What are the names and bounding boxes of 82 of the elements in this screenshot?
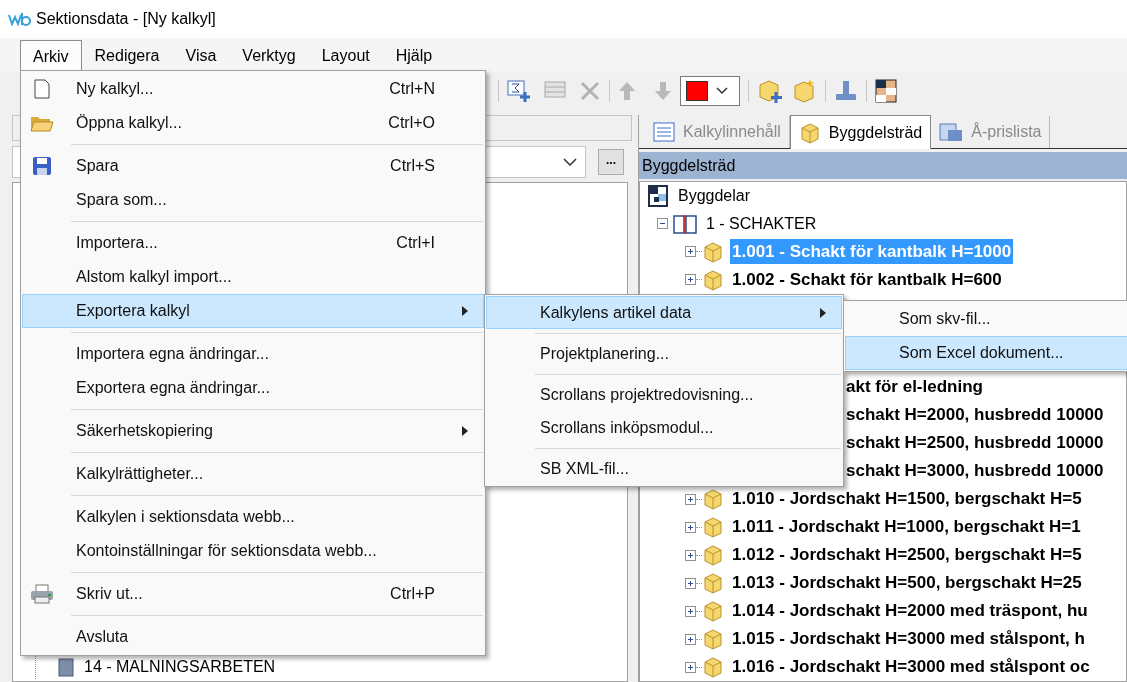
cube-add-icon[interactable]: [757, 78, 783, 104]
tree-item[interactable]: 1.010 - Jordschakt H=1500, bergschakt H=5: [730, 486, 1084, 512]
printer-icon: [30, 584, 54, 604]
cube-icon: [702, 656, 724, 678]
menu-item[interactable]: SB XML-fil...: [486, 452, 842, 485]
expand-icon[interactable]: [685, 661, 696, 673]
menu-item[interactable]: Spara Ctrl+S: [22, 149, 484, 183]
cube-icon: [702, 572, 724, 594]
cube-icon: [702, 240, 724, 263]
menu-item[interactable]: Importera egna ändringar...: [22, 337, 484, 371]
sum-add-icon[interactable]: [507, 79, 531, 103]
expand-icon[interactable]: [685, 577, 696, 589]
menu-item[interactable]: Säkerhetskopiering: [22, 414, 484, 448]
tree-item[interactable]: Byggdelar: [678, 183, 751, 208]
collapse-icon[interactable]: [657, 218, 668, 230]
chevron-down-icon: [716, 87, 728, 95]
menu-item[interactable]: Ny kalkyl... Ctrl+N: [22, 72, 484, 106]
more-button[interactable]: ...: [598, 149, 624, 175]
tree-item[interactable]: schakt H=3000, husbredd 10000: [846, 458, 1104, 484]
cube-icon: [702, 600, 724, 622]
tree-item[interactable]: 1.002 - Schakt för kantbalk H=600: [730, 266, 1004, 293]
menu-bar-item[interactable]: Visa: [172, 40, 230, 72]
tree-item[interactable]: 1 - SCHAKTER: [706, 211, 817, 236]
cube-icon: [702, 544, 724, 566]
expand-icon[interactable]: [685, 549, 696, 561]
expand-icon[interactable]: [685, 633, 696, 645]
tree-item[interactable]: 1.011 - Jordschakt H=1000, bergschakt H=1: [730, 514, 1083, 540]
menu-bar-item[interactable]: Verktyg: [229, 40, 309, 72]
cube-icon: [702, 628, 724, 650]
menu-item[interactable]: Alstom kalkyl import...: [22, 260, 484, 294]
expand-icon[interactable]: [685, 246, 696, 258]
expand-icon[interactable]: [685, 274, 696, 286]
price-list-icon: [939, 122, 964, 142]
menu-bar-item[interactable]: Arkiv: [20, 40, 82, 72]
menu-item[interactable]: Kalkylens artikel data: [486, 296, 842, 329]
tree-item[interactable]: 1.013 - Jordschakt H=500, bergschakt H=25: [730, 570, 1084, 596]
cube-icon: [702, 488, 724, 510]
submenu-arrow-icon: [462, 426, 468, 436]
tree-item[interactable]: schakt H=2000, husbredd 10000: [846, 402, 1104, 428]
list-icon: [653, 122, 675, 142]
menu-item[interactable]: Importera... Ctrl+I: [22, 226, 484, 260]
menu-item[interactable]: Exportera kalkyl: [22, 294, 484, 328]
menu-item[interactable]: Exportera egna ändringar...: [22, 371, 484, 405]
tree-item[interactable]: 1.015 - Jordschakt H=3000 med stålspont, h: [730, 626, 1087, 652]
app-logo-icon: [8, 12, 32, 26]
tab[interactable]: Byggdelsträd: [789, 115, 932, 149]
tree-item[interactable]: 14 - MALNINGSARBETEN: [84, 655, 276, 679]
menu-item[interactable]: Kalkylrättigheter...: [22, 457, 484, 491]
window-title: Sektionsdata - [Ny kalkyl]: [36, 9, 216, 29]
cube-icon: [798, 121, 821, 144]
menu-item[interactable]: Som skv-fil...: [845, 302, 1127, 336]
cube-icon: [702, 516, 724, 538]
expand-icon[interactable]: [685, 521, 696, 533]
menu-item[interactable]: Kontoinställningar för sektionsdata webb...: [22, 534, 484, 568]
submenu-arrow-icon: [820, 307, 826, 318]
tree-item[interactable]: akt för el-ledning: [846, 374, 983, 400]
menu-item[interactable]: Scrollans inköpsmodul...: [486, 411, 842, 444]
expand-icon[interactable]: [685, 493, 696, 505]
menu-bar-item[interactable]: Layout: [308, 40, 383, 72]
menu-bar-item[interactable]: Hjälp: [382, 40, 446, 72]
tree-item[interactable]: 1.014 - Jordschakt H=2000 med träspont, hu: [730, 598, 1090, 624]
menu-item[interactable]: Skriv ut... Ctrl+P: [22, 577, 484, 611]
menu-item[interactable]: Scrollans projektredovisning...: [486, 378, 842, 411]
document-icon: [34, 79, 50, 99]
menu-item[interactable]: Som Excel dokument...: [845, 336, 1127, 370]
expand-icon[interactable]: [685, 605, 696, 617]
tree-item[interactable]: 1.012 - Jordschakt H=2500, bergschakt H=5: [730, 542, 1084, 568]
chevron-down-icon: [563, 158, 577, 166]
menu-item[interactable]: Projektplanering...: [486, 337, 842, 370]
submenu-arrow-icon: [462, 306, 468, 316]
tree-root-icon: [648, 184, 668, 207]
menu-item[interactable]: Öppna kalkyl... Ctrl+O: [22, 106, 484, 140]
menu-bar-item[interactable]: Redigera: [81, 40, 173, 72]
panel-header: Byggdelsträd: [639, 152, 1127, 179]
menu-item[interactable]: Spara som...: [22, 183, 484, 217]
menu-item[interactable]: Kalkylen i sektionsdata webb...: [22, 500, 484, 534]
tree-item[interactable]: 1.016 - Jordschakt H=3000 med stålspont oc: [730, 654, 1092, 680]
color-picker[interactable]: [680, 76, 740, 106]
menu-item[interactable]: Avsluta: [22, 620, 484, 654]
pattern-icon[interactable]: [875, 79, 897, 103]
cube-icon: [702, 268, 724, 291]
tree-item[interactable]: schakt H=2500, husbredd 10000: [846, 430, 1104, 456]
